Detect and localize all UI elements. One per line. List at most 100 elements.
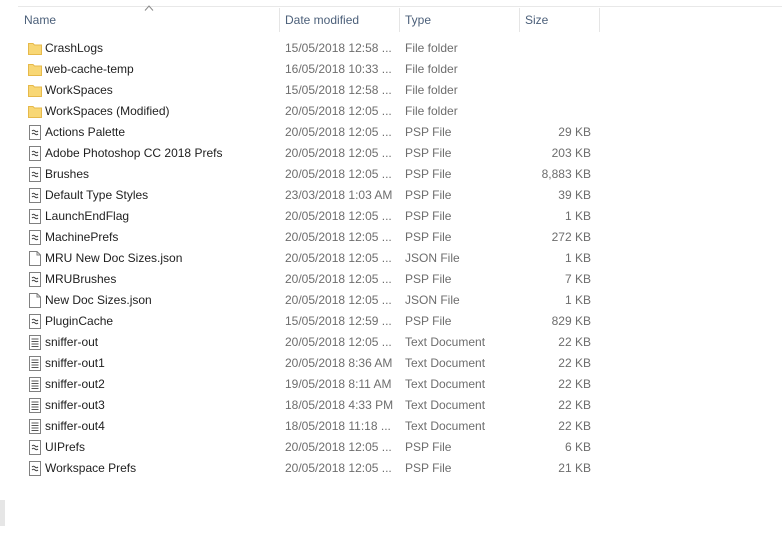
column-header-size[interactable]: Size	[519, 8, 599, 32]
file-type: Text Document	[405, 356, 486, 370]
column-divider[interactable]	[599, 8, 600, 32]
file-name-cell[interactable]: Brushes	[28, 164, 278, 185]
column-header-type[interactable]: Type	[399, 8, 519, 32]
file-row[interactable]: MRU New Doc Sizes.json 20/05/2018 12:05 .…	[18, 248, 618, 269]
file-size: 1 KB	[564, 293, 591, 307]
file-row[interactable]: WorkSpaces (Modified) 20/05/2018 12:05 ..…	[18, 101, 618, 122]
file-name-cell[interactable]: sniffer-out2	[28, 374, 278, 395]
file-row[interactable]: sniffer-out2 19/05/2018 8:11 AM Text Docum…	[18, 374, 618, 395]
file-name-cell[interactable]: Adobe Photoshop CC 2018 Prefs	[28, 143, 278, 164]
file-row[interactable]: Adobe Photoshop CC 2018 Prefs 20/05/2018 …	[18, 143, 618, 164]
folder-icon	[28, 64, 42, 76]
text-file-icon	[29, 419, 41, 434]
file-row[interactable]: PluginCache 15/05/2018 12:59 ... PSP File 8…	[18, 311, 618, 332]
file-date-modified: 18/05/2018 4:33 PM	[285, 398, 394, 412]
file-name-cell[interactable]: MRU New Doc Sizes.json	[28, 248, 278, 269]
file-row[interactable]: MRUBrushes 20/05/2018 12:05 ... PSP File 7 …	[18, 269, 618, 290]
file-name-cell[interactable]: LaunchEndFlag	[28, 206, 278, 227]
file-name: sniffer-out1	[45, 356, 105, 370]
file-type: File folder	[405, 62, 458, 76]
file-type: File folder	[405, 83, 458, 97]
blank-file-icon	[29, 251, 41, 266]
file-type: PSP File	[405, 272, 452, 286]
file-type: Text Document	[405, 419, 486, 433]
file-row[interactable]: sniffer-out3 18/05/2018 4:33 PM Text Docum…	[18, 395, 618, 416]
file-name-cell[interactable]: WorkSpaces (Modified)	[28, 101, 278, 122]
file-row[interactable]: WorkSpaces 15/05/2018 12:58 ... File folde…	[18, 80, 618, 101]
file-name-cell[interactable]: MachinePrefs	[28, 227, 278, 248]
file-size	[518, 101, 591, 122]
file-size	[518, 38, 591, 59]
file-row[interactable]: Brushes 20/05/2018 12:05 ... PSP File 8,883…	[18, 164, 618, 185]
file-date-modified: 20/05/2018 12:05 ...	[285, 461, 392, 475]
text-file-icon	[29, 335, 41, 350]
file-date-modified: 23/03/2018 1:03 AM	[285, 188, 393, 202]
file-name-cell[interactable]: sniffer-out1	[28, 353, 278, 374]
file-name-cell[interactable]: Default Type Styles	[28, 185, 278, 206]
file-row[interactable]: sniffer-out1 20/05/2018 8:36 AM Text Docum…	[18, 353, 618, 374]
file-row[interactable]: LaunchEndFlag 20/05/2018 12:05 ... PSP Fil…	[18, 206, 618, 227]
file-name-cell[interactable]: sniffer-out4	[28, 416, 278, 437]
sort-ascending-icon	[144, 5, 154, 11]
file-name: WorkSpaces (Modified)	[45, 104, 170, 118]
psp-file-icon	[29, 209, 41, 224]
file-row[interactable]: web-cache-temp 16/05/2018 10:33 ... File f…	[18, 59, 618, 80]
file-date-modified: 19/05/2018 8:11 AM	[285, 377, 392, 391]
psp-file-icon	[29, 146, 41, 161]
file-type: PSP File	[405, 146, 452, 160]
file-type: Text Document	[405, 335, 486, 349]
psp-file-icon	[29, 230, 41, 245]
file-name-cell[interactable]: PluginCache	[28, 311, 278, 332]
file-name-cell[interactable]: MRUBrushes	[28, 269, 278, 290]
file-name: sniffer-out2	[45, 377, 105, 391]
file-name-cell[interactable]: WorkSpaces	[28, 80, 278, 101]
file-name: Adobe Photoshop CC 2018 Prefs	[45, 146, 223, 160]
file-row[interactable]: sniffer-out4 18/05/2018 11:18 ... Text Doc…	[18, 416, 618, 437]
file-row[interactable]: MachinePrefs 20/05/2018 12:05 ... PSP File…	[18, 227, 618, 248]
text-file-icon	[29, 398, 41, 413]
file-name-cell[interactable]: sniffer-out	[28, 332, 278, 353]
folder-icon	[28, 43, 42, 55]
file-name-cell[interactable]: CrashLogs	[28, 38, 278, 59]
file-name-cell[interactable]: UIPrefs	[28, 437, 278, 458]
column-header-name-label: Name	[24, 13, 57, 27]
file-row[interactable]: CrashLogs 15/05/2018 12:58 ... File folder	[18, 38, 618, 59]
column-header-date-modified[interactable]: Date modified	[279, 8, 399, 32]
file-name-cell[interactable]: New Doc Sizes.json	[28, 290, 278, 311]
file-name: MRU New Doc Sizes.json	[45, 251, 183, 265]
psp-file-icon	[29, 125, 41, 140]
column-header-type-label: Type	[405, 13, 432, 27]
file-row[interactable]: Workspace Prefs 20/05/2018 12:05 ... PSP F…	[18, 458, 618, 479]
file-date-modified: 20/05/2018 12:05 ...	[285, 335, 392, 349]
file-row[interactable]: New Doc Sizes.json 20/05/2018 12:05 ... JS…	[18, 290, 618, 311]
file-name-cell[interactable]: Actions Palette	[28, 122, 278, 143]
file-name-cell[interactable]: web-cache-temp	[28, 59, 278, 80]
file-date-modified: 20/05/2018 12:05 ...	[285, 167, 392, 181]
file-name: web-cache-temp	[45, 62, 134, 76]
file-row[interactable]: Default Type Styles 23/03/2018 1:03 AM PSP…	[18, 185, 618, 206]
file-name: sniffer-out3	[45, 398, 105, 412]
file-size: 1 KB	[564, 251, 591, 265]
file-row[interactable]: UIPrefs 20/05/2018 12:05 ... PSP File 6 KB	[18, 437, 618, 458]
file-size: 22 KB	[558, 419, 591, 433]
file-name: sniffer-out4	[45, 419, 105, 433]
file-row[interactable]: Actions Palette 20/05/2018 12:05 ... PSP F…	[18, 122, 618, 143]
psp-file-icon	[29, 272, 41, 287]
psp-file-icon	[29, 167, 41, 182]
file-name: UIPrefs	[45, 440, 86, 454]
column-header-size-label: Size	[525, 13, 549, 27]
file-date-modified: 18/05/2018 11:18 ...	[285, 419, 391, 433]
file-size: 829 KB	[551, 314, 591, 328]
file-type: JSON File	[405, 293, 460, 307]
file-name: Default Type Styles	[45, 188, 149, 202]
file-name-cell[interactable]: sniffer-out3	[28, 395, 278, 416]
file-size	[518, 59, 591, 80]
file-name-cell[interactable]: Workspace Prefs	[28, 458, 278, 479]
file-date-modified: 20/05/2018 12:05 ...	[285, 125, 392, 139]
file-date-modified: 15/05/2018 12:59 ...	[285, 314, 392, 328]
file-type: Text Document	[405, 398, 486, 412]
file-row[interactable]: sniffer-out 20/05/2018 12:05 ... Text Docu…	[18, 332, 618, 353]
file-date-modified: 16/05/2018 10:33 ...	[285, 62, 392, 76]
file-date-modified: 20/05/2018 12:05 ...	[285, 251, 392, 265]
file-size: 22 KB	[558, 356, 591, 370]
